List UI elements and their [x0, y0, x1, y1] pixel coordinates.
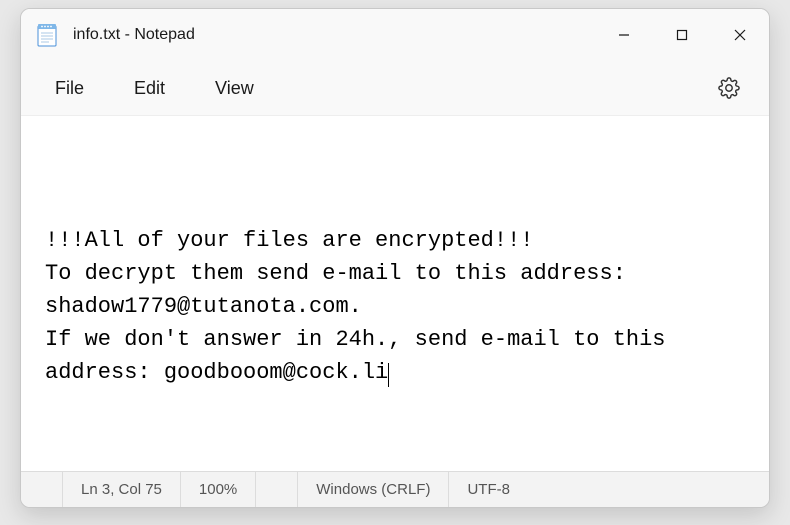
statusbar: Ln 3, Col 75 100% Windows (CRLF) UTF-8 — [21, 471, 769, 507]
maximize-button[interactable] — [653, 9, 711, 61]
close-button[interactable] — [711, 9, 769, 61]
menu-file[interactable]: File — [33, 70, 106, 107]
notepad-window: info.txt - Notepad File Edit View !!!All… — [20, 8, 770, 508]
status-encoding: UTF-8 — [449, 472, 769, 507]
status-line-ending: Windows (CRLF) — [298, 472, 449, 507]
menubar: File Edit View — [21, 61, 769, 115]
editor-content: !!!All of your files are encrypted!!! To… — [45, 228, 679, 385]
settings-button[interactable] — [707, 66, 751, 110]
window-title: info.txt - Notepad — [73, 26, 595, 44]
status-zoom[interactable]: 100% — [181, 472, 256, 507]
notepad-icon — [37, 23, 57, 47]
minimize-button[interactable] — [595, 9, 653, 61]
text-caret — [388, 363, 389, 387]
titlebar: info.txt - Notepad — [21, 9, 769, 61]
text-editor[interactable]: !!!All of your files are encrypted!!! To… — [21, 115, 769, 471]
status-position: Ln 3, Col 75 — [63, 472, 181, 507]
menu-edit[interactable]: Edit — [112, 70, 187, 107]
menu-view[interactable]: View — [193, 70, 276, 107]
window-controls — [595, 9, 769, 61]
gear-icon — [718, 77, 740, 99]
